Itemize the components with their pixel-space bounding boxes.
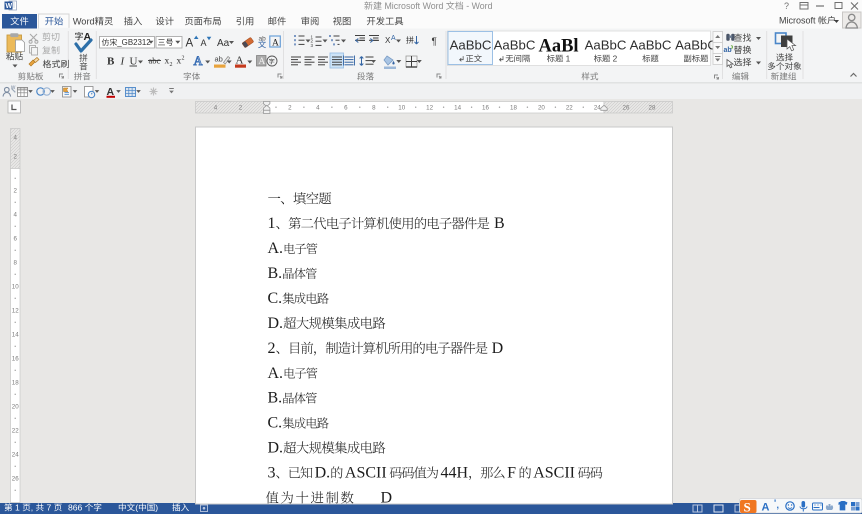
svg-text:16: 16 (12, 356, 19, 363)
svg-text:?: ? (784, 1, 789, 11)
svg-text:ASCII: ASCII (345, 465, 387, 482)
svg-text:16: 16 (482, 105, 489, 112)
svg-text:D.: D. (315, 465, 331, 482)
svg-text:6: 6 (13, 236, 17, 243)
svg-text:A: A (258, 57, 265, 67)
svg-text:,: , (31, 503, 36, 513)
svg-text:4: 4 (13, 212, 17, 219)
svg-text:2: 2 (13, 154, 17, 161)
svg-text:A: A (186, 38, 194, 50)
svg-text:866: 866 (68, 503, 85, 513)
svg-text:D.: D. (268, 315, 284, 332)
svg-text:AaBbC: AaBbC (494, 38, 536, 53)
svg-text:A: A (194, 54, 203, 68)
svg-text:A.: A. (268, 240, 284, 257)
svg-text:D: D (492, 340, 504, 357)
svg-text:ASCII: ASCII (533, 465, 575, 482)
svg-text:2: 2 (182, 56, 185, 62)
svg-text:24: 24 (12, 452, 19, 459)
svg-text:8: 8 (13, 260, 17, 267)
svg-text:AaBbC: AaBbC (630, 38, 672, 53)
svg-text:2: 2 (288, 105, 292, 112)
svg-text:14: 14 (454, 105, 461, 112)
svg-text:26: 26 (623, 105, 630, 112)
svg-text:B.: B. (268, 390, 283, 407)
svg-text:F: F (507, 465, 516, 482)
svg-text:D.: D. (268, 440, 284, 457)
svg-text:A: A (201, 38, 207, 48)
svg-text:14: 14 (12, 332, 19, 339)
svg-text:18: 18 (510, 105, 517, 112)
svg-text:1: 1 (563, 54, 570, 64)
svg-text:,: , (777, 500, 780, 510)
svg-text:2: 2 (610, 54, 617, 64)
svg-text:B: B (107, 56, 115, 68)
svg-text:2: 2 (268, 340, 276, 357)
svg-text:Microsoft Word: Microsoft Word (382, 1, 446, 11)
svg-text:10: 10 (398, 105, 405, 112)
svg-text:A: A (391, 35, 396, 42)
svg-text:AaBbC: AaBbC (450, 38, 492, 53)
svg-text:¶: ¶ (432, 37, 437, 48)
svg-text:2: 2 (13, 188, 17, 195)
svg-text:26: 26 (12, 476, 19, 483)
svg-text:7: 7 (44, 503, 54, 513)
svg-text:4: 4 (316, 105, 320, 112)
svg-text:22: 22 (566, 105, 573, 112)
svg-text:18: 18 (12, 380, 19, 387)
svg-text:B: B (494, 215, 505, 232)
svg-text:Word: Word (73, 17, 95, 27)
svg-text:2: 2 (239, 105, 243, 112)
svg-text:8: 8 (372, 105, 376, 112)
svg-text:10: 10 (12, 284, 19, 291)
svg-text:_GB2312: _GB2312 (116, 38, 150, 47)
svg-text:20: 20 (538, 105, 545, 112)
svg-text:AaBbC: AaBbC (585, 38, 627, 53)
svg-text:6: 6 (344, 105, 348, 112)
svg-text:1: 1 (268, 215, 276, 232)
svg-text:22: 22 (12, 428, 19, 435)
svg-text:C.: C. (268, 415, 283, 432)
svg-text:Microsoft: Microsoft (779, 16, 818, 26)
svg-text:C.: C. (268, 290, 283, 307)
svg-text:2: 2 (170, 62, 173, 68)
svg-text:(: ( (135, 503, 138, 513)
svg-text:20: 20 (12, 404, 19, 411)
svg-text:Aa: Aa (217, 38, 230, 49)
svg-text:A: A (762, 502, 770, 514)
svg-text:- Word: - Word (464, 1, 493, 11)
svg-text:44H: 44H (441, 465, 469, 482)
svg-text:AaBl: AaBl (538, 37, 578, 57)
svg-text:S: S (744, 500, 751, 514)
svg-text:A.: A. (268, 365, 284, 382)
svg-text:D: D (381, 490, 393, 507)
svg-text:12: 12 (12, 308, 19, 315)
svg-text:AaBbC: AaBbC (675, 38, 717, 53)
svg-text:w: w (10, 85, 16, 91)
svg-text:A: A (272, 38, 279, 48)
svg-text:3: 3 (268, 465, 276, 482)
svg-text:): ) (155, 503, 158, 513)
svg-text:12: 12 (426, 105, 433, 112)
svg-text:28: 28 (649, 105, 656, 112)
svg-text:4: 4 (214, 105, 218, 112)
svg-text:24: 24 (594, 105, 601, 112)
svg-text:1: 1 (13, 503, 23, 513)
svg-text:ab: ab (724, 47, 732, 54)
svg-text:W: W (6, 3, 13, 10)
svg-text:4: 4 (13, 135, 17, 142)
svg-text:B.: B. (268, 265, 283, 282)
svg-text:ab: ab (215, 55, 223, 64)
